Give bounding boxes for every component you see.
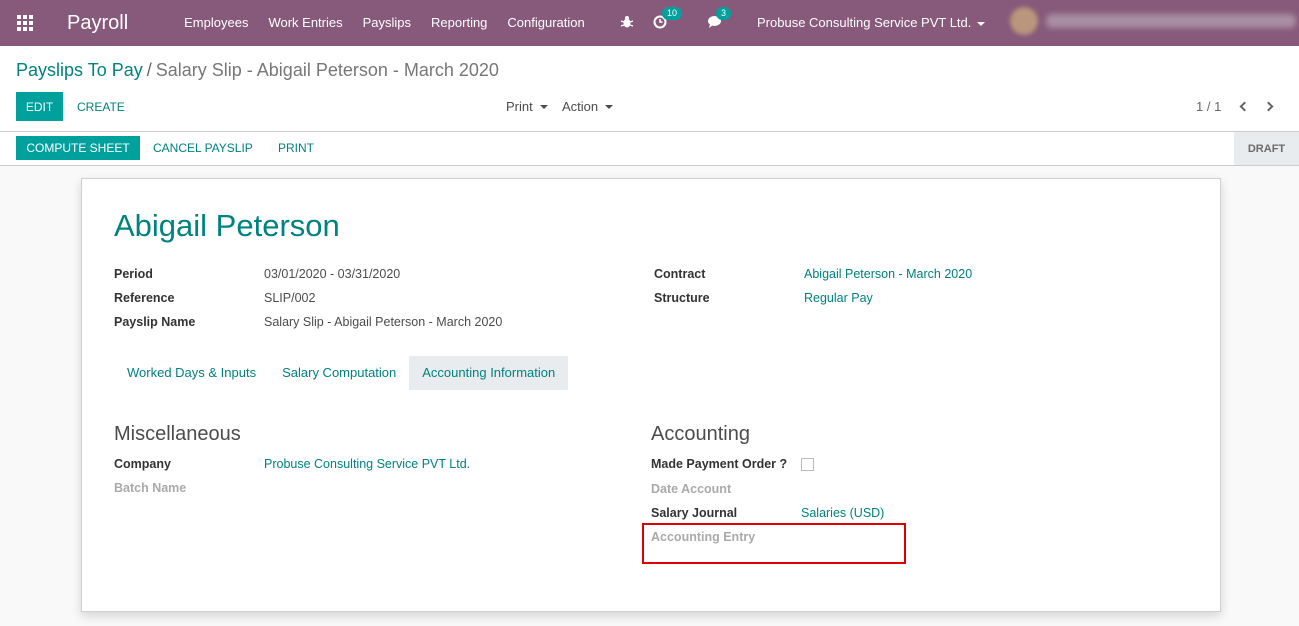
user-menu[interactable] <box>1010 7 1296 35</box>
form-sheet: Abigail Peterson Period 03/01/2020 - 03/… <box>81 178 1221 612</box>
batch-name-label: Batch Name <box>114 481 187 495</box>
messages-chat-icon[interactable]: 3 <box>707 7 732 29</box>
period-value: 03/01/2020 - 03/31/2020 <box>264 267 401 281</box>
menu-payslips[interactable]: Payslips <box>353 0 421 46</box>
menu-employees[interactable]: Employees <box>174 0 258 46</box>
made-payment-order-checkbox[interactable] <box>801 458 814 471</box>
tab-worked-days[interactable]: Worked Days & Inputs <box>114 356 269 390</box>
create-button[interactable]: CREATE <box>77 92 125 121</box>
caret-down-icon <box>539 104 548 109</box>
breadcrumb-current: Salary Slip - Abigail Peterson - March 2… <box>155 60 499 80</box>
menu-configuration[interactable]: Configuration <box>497 0 594 46</box>
status-draft[interactable]: DRAFT <box>1234 132 1299 165</box>
salary-journal-label: Salary Journal <box>651 506 738 520</box>
tab-salary-computation[interactable]: Salary Computation <box>269 356 409 390</box>
avatar <box>1010 7 1038 35</box>
tab-accounting-information[interactable]: Accounting Information <box>409 356 569 390</box>
activity-count-badge: 10 <box>662 7 683 20</box>
cancel-payslip-button[interactable]: CANCEL PAYSLIP <box>153 136 253 160</box>
edit-button[interactable]: EDIT <box>16 92 63 121</box>
menu-work-entries[interactable]: Work Entries <box>258 0 352 46</box>
caret-down-icon <box>977 21 986 26</box>
notebook-tabs: Worked Days & Inputs Salary Computation … <box>114 356 569 390</box>
made-payment-order-label: Made Payment Order ? <box>651 457 788 471</box>
accounting-title: Accounting <box>651 423 750 445</box>
pager-value[interactable]: 1 / 1 <box>1196 92 1221 121</box>
messages-count-badge: 3 <box>716 7 732 20</box>
period-label: Period <box>114 267 153 281</box>
company-name: Probuse Consulting Service PVT Ltd. <box>757 15 972 30</box>
print-button[interactable]: PRINT <box>278 136 314 160</box>
payslip-name-value: Salary Slip - Abigail Peterson - March 2… <box>264 315 503 329</box>
company-link[interactable]: Probuse Consulting Service PVT Ltd. <box>264 457 470 471</box>
payslip-name-label: Payslip Name <box>114 315 196 329</box>
print-dropdown-label: Print <box>506 99 533 114</box>
compute-sheet-button[interactable]: COMPUTE SHEET <box>16 136 140 160</box>
top-navbar: Payroll Employees Work Entries Payslips … <box>0 0 1299 46</box>
debug-bug-icon[interactable] <box>620 15 634 29</box>
pager-next-icon[interactable] <box>1263 99 1277 113</box>
company-label: Company <box>114 457 171 471</box>
reference-value: SLIP/002 <box>264 291 316 305</box>
form-statusbar: COMPUTE SHEET CANCEL PAYSLIP PRINT DRAFT <box>0 132 1299 166</box>
company-switcher[interactable]: Probuse Consulting Service PVT Ltd. <box>757 0 986 46</box>
salary-journal-link[interactable]: Salaries (USD) <box>801 506 884 520</box>
control-panel: Payslips To Pay / Salary Slip - Abigail Pe… <box>0 46 1299 132</box>
menu-reporting[interactable]: Reporting <box>421 0 497 46</box>
breadcrumb-parent[interactable]: Payslips To Pay <box>16 60 143 80</box>
main-menu: Employees Work Entries Payslips Reportin… <box>174 0 595 46</box>
accounting-entry-highlight-box <box>642 523 906 564</box>
reference-label: Reference <box>114 291 175 305</box>
apps-menu-icon[interactable] <box>0 0 50 46</box>
structure-link[interactable]: Regular Pay <box>804 291 873 305</box>
app-title: Payroll <box>67 11 129 34</box>
employee-name: Abigail Peterson <box>114 208 340 243</box>
print-dropdown[interactable]: Print <box>506 92 548 121</box>
action-dropdown-label: Action <box>562 99 599 114</box>
structure-label: Structure <box>654 291 710 305</box>
user-name-blurred <box>1046 14 1296 28</box>
caret-down-icon <box>605 104 614 109</box>
contract-link[interactable]: Abigail Peterson - March 2020 <box>804 267 972 281</box>
pager-previous-icon[interactable] <box>1236 99 1250 113</box>
date-account-label: Date Account <box>651 482 732 496</box>
miscellaneous-title: Miscellaneous <box>114 423 241 445</box>
action-dropdown[interactable]: Action <box>562 92 614 121</box>
activity-clock-icon[interactable]: 10 <box>653 7 683 29</box>
breadcrumb: Payslips To Pay / Salary Slip - Abigail Pe… <box>16 60 499 81</box>
contract-label: Contract <box>654 267 706 281</box>
breadcrumb-separator: / <box>146 60 152 80</box>
